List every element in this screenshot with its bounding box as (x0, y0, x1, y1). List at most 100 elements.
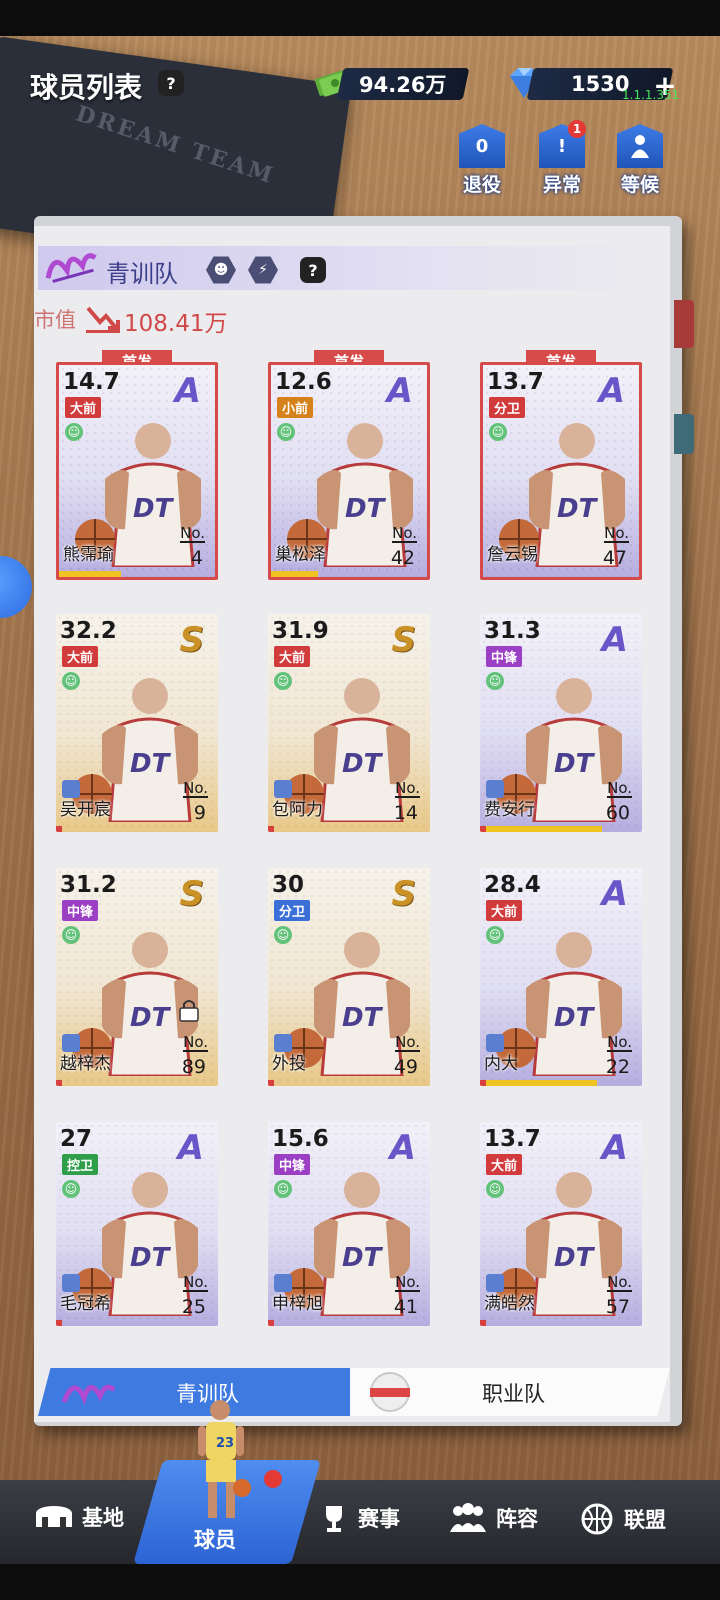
player-rating: 15.6 (272, 1126, 329, 1152)
mood-icon: ☺ (62, 926, 80, 944)
player-number: 41 (393, 1296, 418, 1318)
grade-badge: S (179, 874, 205, 914)
player-name: 巢松泽 (275, 545, 326, 565)
mood-icon: ☺ (486, 926, 504, 944)
status-marker (268, 1320, 274, 1326)
position-badge: 控卫 (62, 1154, 99, 1175)
grade-badge: A (601, 874, 628, 914)
number-label: No. (607, 1273, 632, 1292)
retire-label: 退役 (462, 174, 501, 196)
cash-value: 94.26万 (359, 73, 447, 97)
player-name: 费安行 (484, 800, 535, 820)
status-marker (56, 1080, 62, 1086)
number-label: No. (183, 1033, 208, 1052)
svg-text:DT: DT (554, 1243, 596, 1273)
player-name: 越梓杰 (60, 1054, 111, 1074)
tab-pro-label: 职业队 (482, 1382, 545, 1406)
player-card[interactable]: DT 32.2 大前 S ☺ 吴开宸 No. 9 (56, 614, 218, 832)
player-name: 包阿力 (272, 800, 323, 820)
position-badge: 大前 (274, 646, 311, 667)
svg-text:DT: DT (554, 749, 596, 779)
svg-text:DT: DT (345, 494, 387, 524)
team-help-button[interactable]: ? (300, 257, 326, 283)
player-rating: 14.7 (63, 369, 120, 395)
retire-button[interactable]: 0 退役 (456, 124, 508, 197)
mood-icon: ☺ (65, 423, 83, 441)
progress-bar (480, 826, 602, 832)
svg-text:DT: DT (133, 494, 175, 524)
player-name: 满皓然 (484, 1294, 535, 1314)
player-rating: 28.4 (484, 872, 541, 898)
svg-text:DT: DT (130, 1243, 172, 1273)
number-label: No. (183, 1273, 208, 1292)
player-name: 外投 (272, 1054, 306, 1074)
number-label: No. (604, 524, 629, 543)
position-badge: 大前 (62, 646, 99, 667)
status-marker (268, 826, 274, 832)
player-number: 42 (390, 547, 415, 569)
player-card[interactable]: DT 15.6 中锋 A ☺ 申梓旭 No. 41 (268, 1122, 430, 1326)
team-tabs: 青训队 职业队 (38, 1368, 670, 1416)
svg-text:DT: DT (342, 1243, 384, 1273)
nav-league[interactable]: 联盟 (578, 1502, 666, 1536)
player-rating: 31.3 (484, 618, 541, 644)
svg-text:DT: DT (342, 1003, 384, 1033)
status-bar (0, 0, 720, 36)
stadium-icon (36, 1506, 72, 1527)
nav-base[interactable]: 基地 (34, 1502, 124, 1532)
number-label: No. (395, 779, 420, 798)
mood-icon: ☺ (486, 672, 504, 690)
nav-players-notification-dot (264, 1470, 282, 1488)
player-card[interactable]: DT 28.4 大前 A ☺ 内大 No. 22 (480, 868, 642, 1086)
waiting-button[interactable]: 等候 (614, 124, 666, 197)
title-help-button[interactable]: ? (158, 70, 184, 96)
market-value: 108.41万 (124, 311, 228, 337)
nav-players-label[interactable]: 球员 (194, 1524, 236, 1554)
nav-base-label: 基地 (82, 1506, 124, 1530)
player-name: 吴开宸 (60, 800, 111, 820)
team-name: 青训队 (106, 260, 178, 288)
status-marker (480, 1320, 486, 1326)
nav-lineup-label: 阵容 (496, 1507, 538, 1531)
position-badge: 小前 (277, 397, 314, 418)
player-card[interactable]: DT 14.7 大前 A ☺ 熊霈瑜 No. 4 (56, 362, 218, 580)
player-card[interactable]: DT 31.3 中锋 A ☺ 费安行 No. 60 (480, 614, 642, 832)
version-label: 1.1.1.351 (622, 88, 680, 102)
trophy-icon (326, 1506, 342, 1532)
mood-icon: ☺ (486, 1180, 504, 1198)
nav-lineup[interactable]: 阵容 (448, 1502, 538, 1534)
player-number: 14 (393, 802, 418, 824)
number-label: No. (607, 779, 632, 798)
number-label: No. (395, 1273, 420, 1292)
player-name: 毛冠希 (60, 1294, 111, 1314)
notebook-tab-teal (674, 414, 694, 454)
player-card[interactable]: DT 31.9 大前 S ☺ 包阿力 No. 14 (268, 614, 430, 832)
player-card[interactable]: DT 27 控卫 A ☺ 毛冠希 No. 25 (56, 1122, 218, 1326)
status-marker (480, 826, 486, 832)
player-card[interactable]: DT 12.6 小前 A ☺ 巢松泽 No. 42 (268, 362, 430, 580)
player-card[interactable]: DT 13.7 大前 A ☺ 满皓然 No. 57 (480, 1122, 642, 1326)
svg-text:DT: DT (342, 749, 384, 779)
player-number: 49 (393, 1056, 418, 1078)
grade-badge: A (177, 1128, 204, 1168)
abnormal-badge: 1 (568, 120, 586, 138)
grade-badge: A (601, 620, 628, 660)
nav-player-figure (198, 1400, 251, 1518)
player-number: 22 (605, 1056, 630, 1078)
page-title: 球员列表 (30, 71, 143, 104)
player-name: 熊霈瑜 (63, 545, 114, 565)
player-card[interactable]: DT 31.2 中锋 S ☺ 越梓杰 No. 89 (56, 868, 218, 1086)
mood-icon: ☺ (277, 423, 295, 441)
youth-team-logo-icon (61, 1384, 116, 1406)
player-card[interactable]: DT 30 分卫 S ☺ 外投 No. 49 (268, 868, 430, 1086)
player-number: 57 (605, 1296, 630, 1318)
status-marker (268, 1080, 274, 1086)
profession-badge-icon (370, 1372, 410, 1412)
notebook-tab-red (674, 300, 694, 348)
team-lineup-icon (450, 1503, 486, 1532)
diamond-value: 1530 (570, 72, 630, 96)
player-card[interactable]: DT 13.7 分卫 A ☺ 詹云锡 No. 47 (480, 362, 642, 580)
position-badge: 大前 (486, 900, 523, 921)
nav-league-label: 联盟 (624, 1508, 666, 1532)
nav-events[interactable]: 赛事 (318, 1502, 400, 1534)
